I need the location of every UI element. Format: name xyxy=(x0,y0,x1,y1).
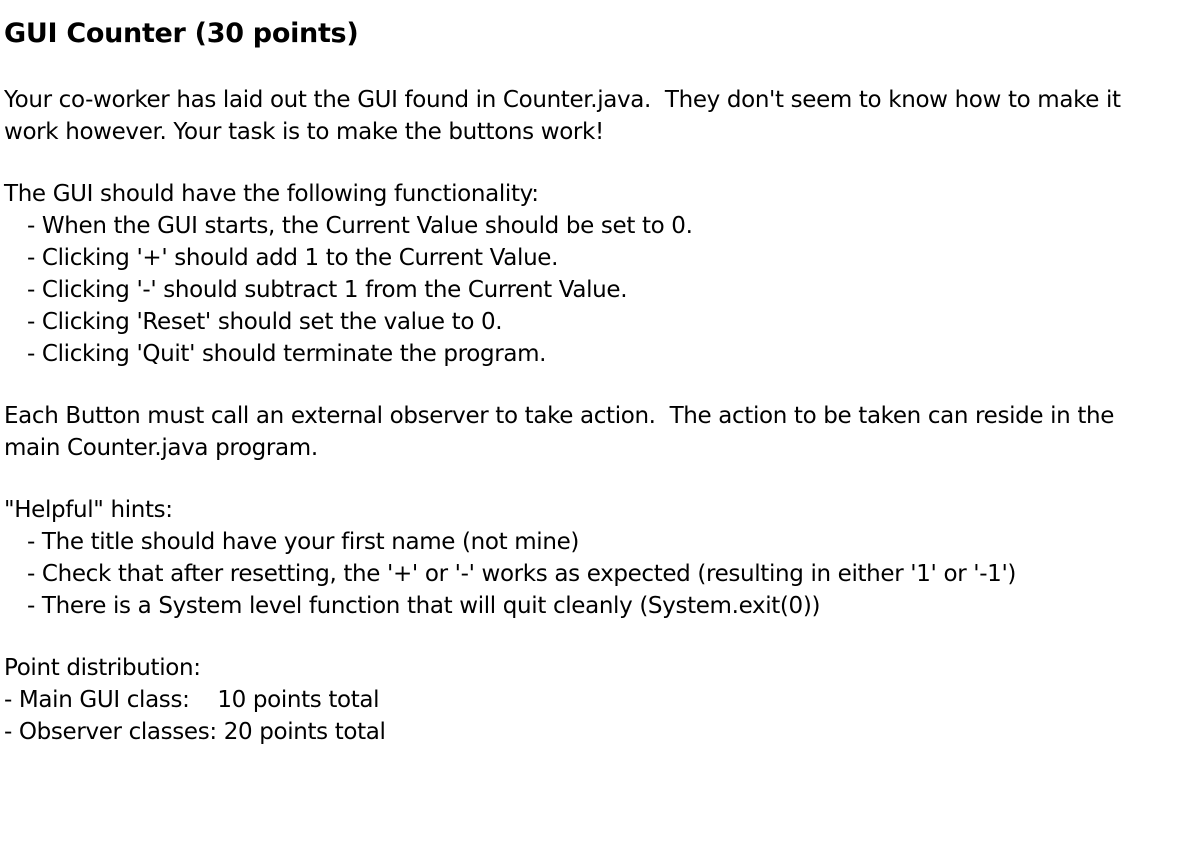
functionality-item: - Clicking '-' should subtract 1 from th… xyxy=(27,277,628,303)
hint-item: - There is a System level function that … xyxy=(27,593,821,619)
hint-item: - Check that after resetting, the '+' or… xyxy=(27,561,1017,587)
points-section: Point distribution: - Main GUI class: 10… xyxy=(4,652,1176,748)
hints-section: "Helpful" hints: - The title should have… xyxy=(4,494,1176,622)
intro-line: work however. Your task is to make the b… xyxy=(4,119,604,145)
functionality-item: - Clicking '+' should add 1 to the Curre… xyxy=(27,245,559,271)
observer-line: main Counter.java program. xyxy=(4,435,318,461)
functionality-item: - When the GUI starts, the Current Value… xyxy=(27,213,693,239)
observer-line: Each Button must call an external observ… xyxy=(4,403,1115,429)
functionality-heading: The GUI should have the following functi… xyxy=(4,181,539,207)
functionality-item: - Clicking 'Reset' should set the value … xyxy=(27,309,503,335)
functionality-section: The GUI should have the following functi… xyxy=(4,178,1176,370)
intro-line: Your co-worker has laid out the GUI foun… xyxy=(4,87,1121,113)
hint-item: - The title should have your first name … xyxy=(27,529,579,555)
hints-heading: "Helpful" hints: xyxy=(4,497,173,523)
points-item: - Observer classes: 20 points total xyxy=(4,719,386,745)
points-item: - Main GUI class: 10 points total xyxy=(4,687,380,713)
functionality-item: - Clicking 'Quit' should terminate the p… xyxy=(27,341,547,367)
document: GUI Counter (30 points) Your co-worker h… xyxy=(4,14,1176,748)
page-title: GUI Counter (30 points) xyxy=(4,18,359,49)
observer-paragraph: Each Button must call an external observ… xyxy=(4,400,1176,464)
intro-paragraph: Your co-worker has laid out the GUI foun… xyxy=(4,84,1176,148)
points-heading: Point distribution: xyxy=(4,655,201,681)
